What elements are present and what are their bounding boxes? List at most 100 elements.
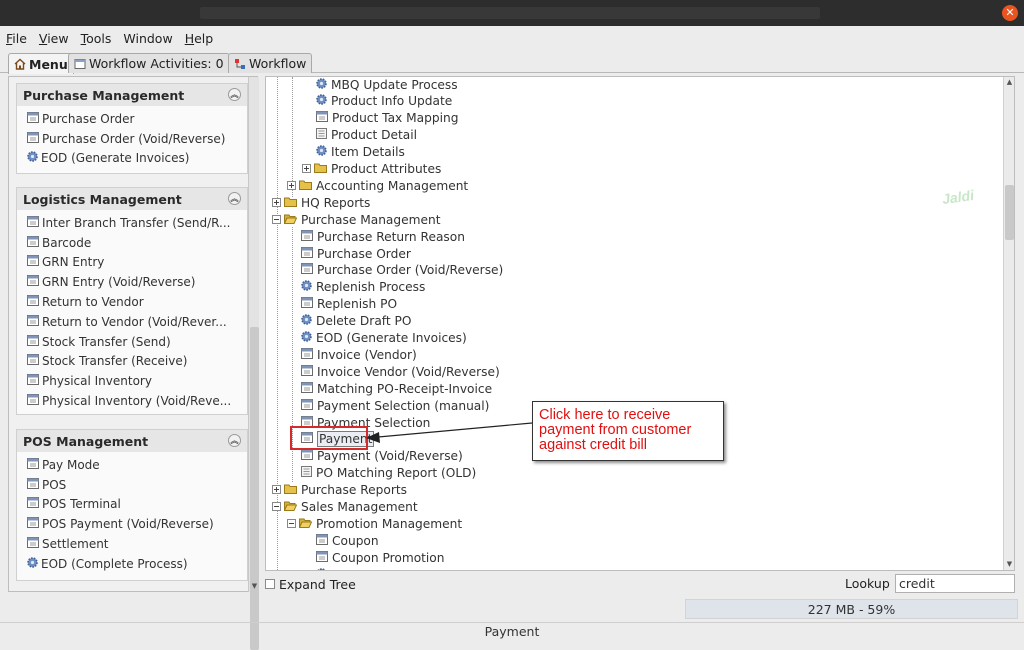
lookup-input[interactable]: credit [895,574,1015,593]
tree-node[interactable]: Invoice Vendor (Void/Reverse) [301,363,500,380]
tree-node-label: Purchase Return Reason [317,229,465,244]
tree-node[interactable]: Coupon Promotion [316,549,445,566]
tree-node[interactable]: Purchase Order (Void/Reverse) [301,262,503,279]
tree-node[interactable]: HQ Reports [272,194,370,211]
tree-node[interactable]: Promotion Management [287,515,462,532]
expand-icon[interactable] [272,196,281,210]
expand-icon[interactable] [272,483,281,497]
tree-node[interactable]: Purchase Management [272,211,441,228]
tree-node-label: Coupon [332,533,379,548]
tree-node[interactable]: Delete Draft PO [301,313,411,330]
tree-scrollbar[interactable]: ▲ ▼ [1003,77,1014,570]
window-icon [27,255,39,269]
tree-node[interactable]: Item Details [316,144,405,161]
tree-node-label: Purchase Management [301,212,441,227]
favorite-item[interactable]: POS Terminal [17,495,247,515]
process-icon [301,331,312,345]
favorite-item[interactable]: EOD (Complete Process) [17,554,247,574]
folder-icon [314,162,327,176]
favorite-item[interactable]: Stock Transfer (Receive) [17,352,247,372]
scroll-down-icon[interactable]: ▼ [1004,559,1015,570]
close-icon[interactable]: ✕ [1002,5,1018,21]
favorite-item[interactable]: Return to Vendor (Void/Rever... [17,312,247,332]
tree-node[interactable]: EOD (Generate Invoices) [301,330,467,347]
tree-node[interactable]: Product Detail [316,127,417,144]
favorite-item[interactable]: GRN Entry [17,253,247,273]
favorite-item-label: Settlement [42,537,109,552]
tree-node[interactable]: Invoice (Vendor) [301,346,417,363]
favorite-item[interactable]: Stock Transfer (Send) [17,332,247,352]
menu-window[interactable]: Window [123,31,172,46]
window-icon [27,537,39,551]
tree-node[interactable]: Payment Selection (manual) [301,397,489,414]
expand-icon[interactable] [287,179,296,193]
tree-node[interactable]: Purchase Order [301,245,411,262]
tree-node[interactable]: Replenish Process [301,279,425,296]
scrollbar-thumb[interactable] [1005,185,1014,240]
expand-tree-checkbox[interactable] [265,579,275,589]
window-icon [316,550,328,565]
group-title: Logistics Management [23,191,182,207]
process-icon [316,145,327,159]
favorites-panel: Purchase Management ︽ Purchase Order Purc… [8,76,258,592]
favorite-item-label: EOD (Complete Process) [41,556,188,571]
tree-node[interactable]: PO Matching Report (OLD) [301,465,476,482]
favorite-item-label: Physical Inventory (Void/Reve... [42,394,232,409]
memory-indicator[interactable]: 227 MB - 59% [685,599,1018,619]
favorite-item[interactable]: Pay Mode [17,455,247,475]
tree-node[interactable]: Product Tax Mapping [316,110,458,127]
scroll-down-icon[interactable]: ▼ [249,581,260,592]
left-scrollbar[interactable]: ▼ [248,77,260,650]
favorite-item[interactable]: POS [17,475,247,495]
scroll-up-icon[interactable]: ▲ [1004,77,1015,88]
tree-node[interactable]: Purchase Reports [272,482,407,499]
tree-node[interactable]: Replenish PO [301,296,397,313]
tab-menu[interactable]: Menu [8,53,74,74]
collapse-icon[interactable]: ︽ [228,88,241,101]
collapse-icon[interactable] [272,213,281,227]
tree-node-label: Replenish PO [317,297,398,312]
menu-view[interactable]: View [39,31,69,46]
favorite-item[interactable]: Purchase Order [17,109,247,129]
tree-node[interactable]: Product Attributes [302,161,441,178]
tree-node-label: Payment Selection (manual) [317,398,490,413]
favorite-item[interactable]: EOD (Generate Invoices) [17,149,247,169]
tree-node-label: Promotion Management [316,516,463,531]
favorite-item[interactable]: Return to Vendor [17,292,247,312]
favorite-item[interactable]: POS Payment (Void/Reverse) [17,514,247,534]
tree-node[interactable]: Payment (Void/Reverse) [301,448,463,465]
favorite-item[interactable]: Purchase Order (Void/Reverse) [17,129,247,149]
favorite-item-label: POS Terminal [42,497,121,512]
menu-file[interactable]: File [6,31,27,46]
tree-node[interactable]: MBQ Update Process [316,77,458,93]
favorite-item[interactable]: Barcode [17,233,247,253]
tree-node-label: Delete Draft PO [316,314,412,329]
tree-node[interactable]: Sales Management [272,499,418,516]
menu-tools[interactable]: Tools [81,31,112,46]
favorite-item[interactable]: GRN Entry (Void/Reverse) [17,272,247,292]
folder-open-icon [283,213,298,227]
favorite-item[interactable]: Physical Inventory [17,371,247,391]
menu-help[interactable]: Help [185,31,214,46]
favorite-item-label: Return to Vendor [42,295,144,310]
tree-node[interactable]: Accounting Management [287,177,468,194]
tree-node[interactable]: Product Info Update [316,93,452,110]
favorite-item[interactable]: Settlement [17,534,247,554]
collapse-icon[interactable] [287,517,296,531]
tree-node[interactable]: Matching PO-Receipt-Invoice [301,380,492,397]
collapse-icon[interactable] [272,500,281,514]
favorite-item[interactable]: Physical Inventory (Void/Reve... [17,391,247,411]
scrollbar-thumb[interactable] [250,327,259,650]
window-icon [301,347,313,362]
tab-workflow[interactable]: Workflow [228,53,313,73]
tab-workflow-activities[interactable]: Workflow Activities: 0 [68,53,230,73]
collapse-icon[interactable]: ︽ [228,434,241,447]
tab-workflow-label: Workflow [249,56,307,71]
favorite-item[interactable]: Inter Branch Transfer (Send/R... [17,213,247,233]
favorite-item-label: Stock Transfer (Send) [42,334,171,349]
expand-icon[interactable] [302,162,311,176]
tree-node[interactable]: Coupon [316,532,379,549]
tree-node[interactable]: Purchase Return Reason [301,228,465,245]
collapse-icon[interactable]: ︽ [228,192,241,205]
tree-node[interactable]: Coupon D... [316,566,403,570]
